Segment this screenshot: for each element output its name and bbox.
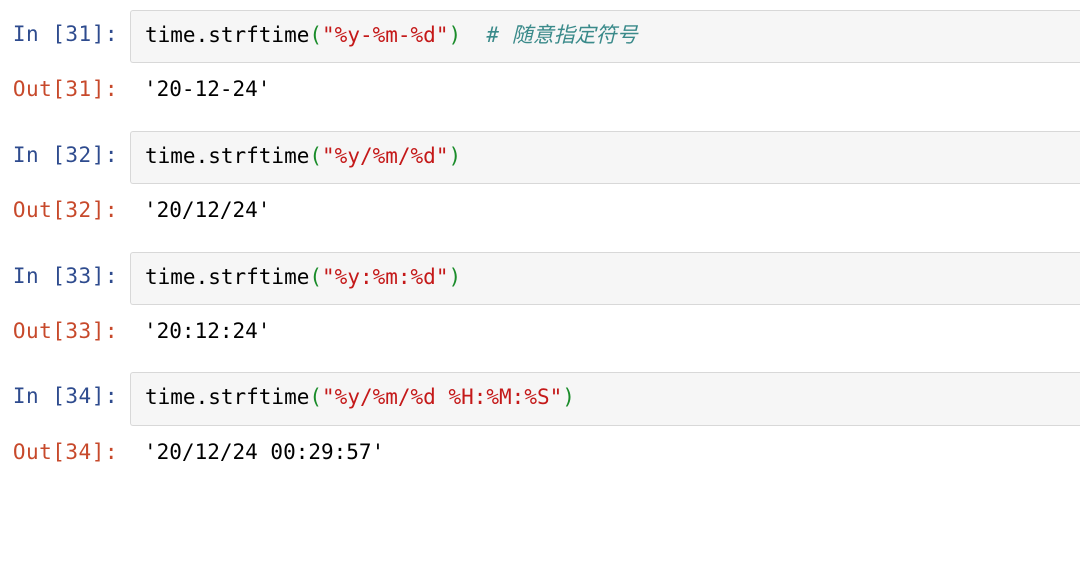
cell-group: In [33]: time.strftime("%y:%m:%d") Out[3… xyxy=(0,252,1080,351)
output-cell: Out[34]: '20/12/24 00:29:57' xyxy=(0,434,1080,471)
cell-group: In [34]: time.strftime("%y/%m/%d %H:%M:%… xyxy=(0,372,1080,471)
paren-open: ( xyxy=(309,265,322,289)
output-prompt: Out[33]: xyxy=(0,313,130,346)
input-prompt: In [33]: xyxy=(0,252,130,291)
code-input[interactable]: time.strftime("%y/%m/%d %H:%M:%S") xyxy=(130,372,1080,425)
paren-open: ( xyxy=(309,385,322,409)
input-cell: In [31]: time.strftime("%y-%m-%d") # 随意指… xyxy=(0,10,1080,63)
output-prompt: Out[34]: xyxy=(0,434,130,467)
code-prefix: time.strftime xyxy=(145,385,309,409)
paren-close: ) xyxy=(562,385,575,409)
output-prompt: Out[31]: xyxy=(0,71,130,104)
input-prompt: In [31]: xyxy=(0,10,130,49)
code-string: "%y:%m:%d" xyxy=(322,265,448,289)
paren-close: ) xyxy=(448,265,461,289)
output-text: '20:12:24' xyxy=(130,313,1080,350)
output-text: '20/12/24 00:29:57' xyxy=(130,434,1080,471)
code-input[interactable]: time.strftime("%y/%m/%d") xyxy=(130,131,1080,184)
input-prompt: In [32]: xyxy=(0,131,130,170)
input-cell: In [32]: time.strftime("%y/%m/%d") xyxy=(0,131,1080,184)
code-prefix: time.strftime xyxy=(145,265,309,289)
input-prompt: In [34]: xyxy=(0,372,130,411)
paren-close: ) xyxy=(448,23,461,47)
cell-group: In [31]: time.strftime("%y-%m-%d") # 随意指… xyxy=(0,10,1080,109)
output-cell: Out[31]: '20-12-24' xyxy=(0,71,1080,108)
output-text: '20/12/24' xyxy=(130,192,1080,229)
output-cell: Out[32]: '20/12/24' xyxy=(0,192,1080,229)
code-comment: # 随意指定符号 xyxy=(461,23,638,47)
code-string: "%y-%m-%d" xyxy=(322,23,448,47)
code-prefix: time.strftime xyxy=(145,144,309,168)
output-prompt: Out[32]: xyxy=(0,192,130,225)
output-text: '20-12-24' xyxy=(130,71,1080,108)
paren-close: ) xyxy=(448,144,461,168)
output-cell: Out[33]: '20:12:24' xyxy=(0,313,1080,350)
input-cell: In [33]: time.strftime("%y:%m:%d") xyxy=(0,252,1080,305)
code-input[interactable]: time.strftime("%y-%m-%d") # 随意指定符号 xyxy=(130,10,1080,63)
code-input[interactable]: time.strftime("%y:%m:%d") xyxy=(130,252,1080,305)
paren-open: ( xyxy=(309,23,322,47)
code-string: "%y/%m/%d %H:%M:%S" xyxy=(322,385,562,409)
paren-open: ( xyxy=(309,144,322,168)
cell-group: In [32]: time.strftime("%y/%m/%d") Out[3… xyxy=(0,131,1080,230)
input-cell: In [34]: time.strftime("%y/%m/%d %H:%M:%… xyxy=(0,372,1080,425)
code-string: "%y/%m/%d" xyxy=(322,144,448,168)
code-prefix: time.strftime xyxy=(145,23,309,47)
